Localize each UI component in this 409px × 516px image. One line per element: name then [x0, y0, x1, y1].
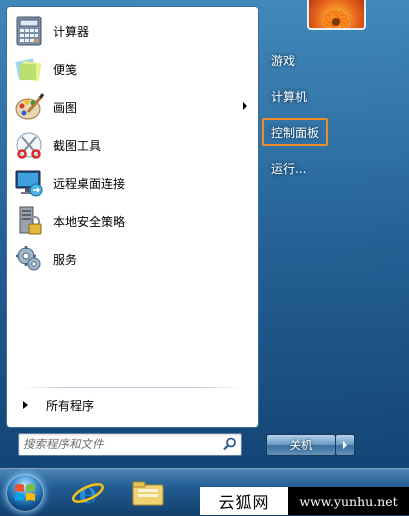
watermark-left-text: 云狐网: [200, 487, 288, 515]
user-picture[interactable]: [307, 0, 366, 30]
search-box[interactable]: [18, 433, 242, 456]
right-item-label: 游戏: [271, 53, 296, 68]
taskbar-internet-explorer[interactable]: e: [62, 474, 114, 512]
ie-icon: e: [72, 476, 104, 510]
program-label: 计算器: [53, 24, 90, 39]
all-programs-label: 所有程序: [46, 398, 95, 413]
sticky-notes-icon: [13, 53, 45, 85]
calculator-icon: [13, 15, 45, 47]
triangle-right-icon: [23, 401, 28, 409]
program-list: 计算器 便笺 画图 截图工具 远程桌面连接 本地安全策略 服务: [7, 7, 258, 282]
program-label: 本地安全策略: [53, 214, 126, 229]
watermark: 云狐网 www.yunhu.net: [200, 487, 409, 515]
program-label: 截图工具: [53, 138, 102, 153]
right-item-control-panel[interactable]: 控制面板: [262, 118, 328, 146]
shutdown-label: 关机: [289, 438, 313, 452]
paint-icon: [13, 91, 45, 123]
flower-icon: [323, 9, 349, 28]
program-label: 便笺: [53, 62, 78, 77]
submenu-arrow-icon: [243, 102, 247, 110]
program-label: 服务: [53, 252, 78, 267]
start-orb[interactable]: [6, 474, 44, 512]
right-item-run[interactable]: 运行...: [264, 154, 384, 182]
separator: [21, 387, 243, 388]
windows-logo-icon: [15, 484, 35, 501]
program-item-sticky-notes[interactable]: 便笺: [10, 51, 255, 87]
program-item-calculator[interactable]: 计算器: [10, 13, 255, 49]
start-menu-left-panel: 计算器 便笺 画图 截图工具 远程桌面连接 本地安全策略 服务 所有程序: [6, 6, 259, 428]
snipping-tool-icon: [13, 129, 45, 161]
watermark-right-text: www.yunhu.net: [288, 487, 409, 515]
right-item-label: 运行...: [271, 161, 307, 176]
program-item-snipping-tool[interactable]: 截图工具: [10, 127, 255, 163]
folder-icon: [132, 481, 164, 506]
program-item-local-security-policy[interactable]: 本地安全策略: [10, 203, 255, 239]
program-item-remote-desktop[interactable]: 远程桌面连接: [10, 165, 255, 201]
services-gear-icon: [13, 243, 45, 275]
local-security-policy-icon: [13, 205, 45, 237]
all-programs-button[interactable]: 所有程序: [17, 393, 252, 417]
chevron-right-icon: [343, 441, 347, 449]
remote-desktop-icon: [13, 167, 45, 199]
taskbar-windows-explorer[interactable]: [122, 474, 174, 512]
program-label: 远程桌面连接: [53, 176, 126, 191]
program-item-services[interactable]: 服务: [10, 241, 255, 277]
search-input[interactable]: [23, 435, 213, 453]
shutdown-options-button[interactable]: [335, 434, 355, 456]
program-label: 画图: [53, 100, 78, 115]
right-item-label: 控制面板: [271, 125, 320, 140]
search-icon[interactable]: [222, 436, 238, 452]
shutdown-button[interactable]: 关机: [266, 434, 336, 456]
program-item-paint[interactable]: 画图: [10, 89, 255, 125]
right-item-computer[interactable]: 计算机: [264, 82, 384, 110]
right-item-label: 计算机: [271, 89, 308, 104]
svg-text:e: e: [78, 476, 97, 510]
right-item-games[interactable]: 游戏: [264, 46, 384, 74]
